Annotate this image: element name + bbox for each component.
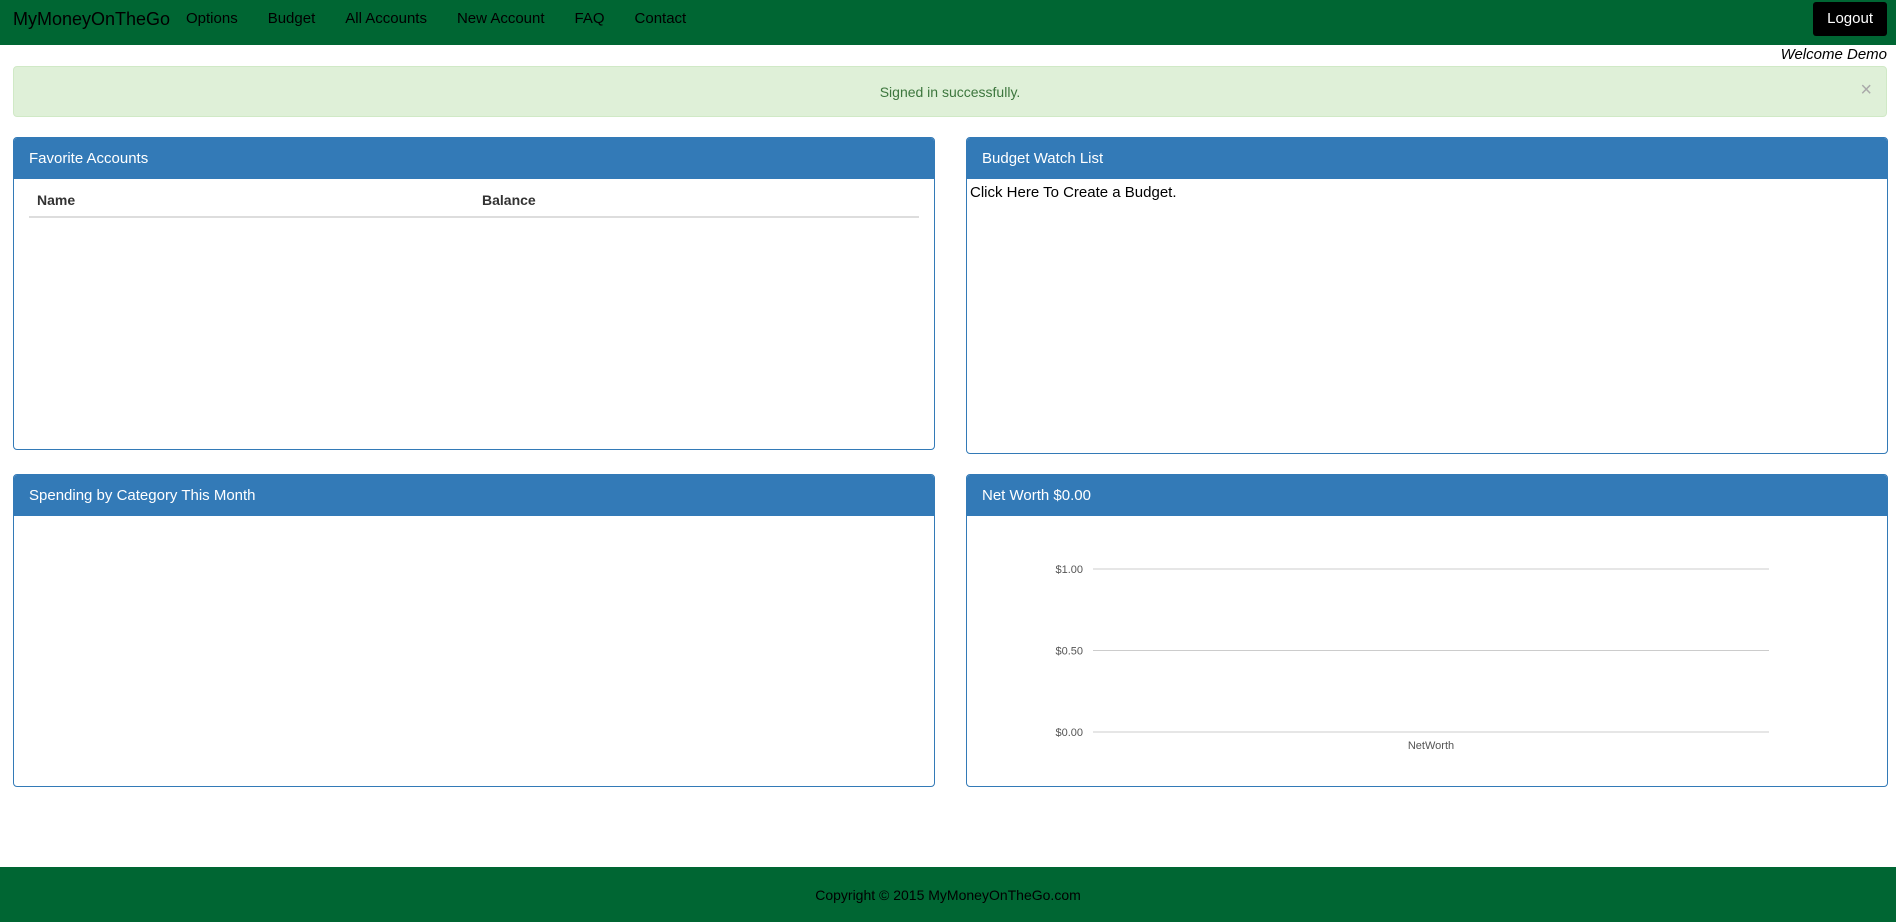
y-tick-label: $1.00	[1055, 564, 1083, 576]
alert-message: Signed in successfully.	[879, 83, 1021, 100]
brand-link[interactable]: MyMoneyOnTheGo	[13, 0, 170, 45]
footer: Copyright © 2015 MyMoneyOnTheGo.com	[0, 867, 1896, 922]
nav-link-budget[interactable]: Budget	[253, 0, 331, 38]
net-worth-chart: $0.00 $0.50 $1.00 NetWorth	[1055, 564, 1769, 752]
panel-title-favorite-accounts: Favorite Accounts	[14, 138, 934, 179]
favorite-accounts-panel: Favorite Accounts Name Balance	[13, 137, 935, 450]
panel-title-spending: Spending by Category This Month	[14, 475, 934, 516]
nav-link-new-account[interactable]: New Account	[442, 0, 560, 38]
net-worth-panel: Net Worth $0.00 $0.00 $0.50 $1.00 NetWorth	[966, 474, 1888, 787]
favorite-accounts-table-header: Name Balance	[29, 190, 919, 218]
x-tick-label: NetWorth	[1408, 740, 1454, 752]
nav-links: Options Budget All Accounts New Account …	[171, 0, 701, 38]
budget-watch-panel: Budget Watch List Click Here To Create a…	[966, 137, 1888, 454]
spending-panel: Spending by Category This Month	[13, 474, 935, 787]
logout-button[interactable]: Logout	[1813, 2, 1887, 36]
nav-link-options[interactable]: Options	[171, 0, 253, 38]
y-tick-label: $0.00	[1055, 727, 1083, 739]
footer-copyright: Copyright © 2015 MyMoneyOnTheGo.com	[815, 886, 1081, 903]
nav-link-all-accounts[interactable]: All Accounts	[330, 0, 442, 38]
top-navbar: MyMoneyOnTheGo Options Budget All Accoun…	[0, 0, 1896, 45]
nav-link-contact[interactable]: Contact	[620, 0, 702, 38]
y-tick-label: $0.50	[1055, 646, 1083, 658]
welcome-text: Welcome Demo	[1780, 46, 1887, 63]
success-alert: Signed in successfully. ×	[13, 66, 1887, 117]
column-header-balance: Balance	[482, 192, 536, 208]
close-icon[interactable]: ×	[1860, 80, 1872, 100]
panel-title-net-worth: Net Worth $0.00	[967, 475, 1887, 516]
column-header-name: Name	[37, 192, 76, 208]
create-budget-link[interactable]: Click Here To Create a Budget.	[970, 184, 1177, 201]
nav-link-faq[interactable]: FAQ	[560, 0, 620, 38]
panel-title-budget-watch: Budget Watch List	[967, 138, 1887, 179]
